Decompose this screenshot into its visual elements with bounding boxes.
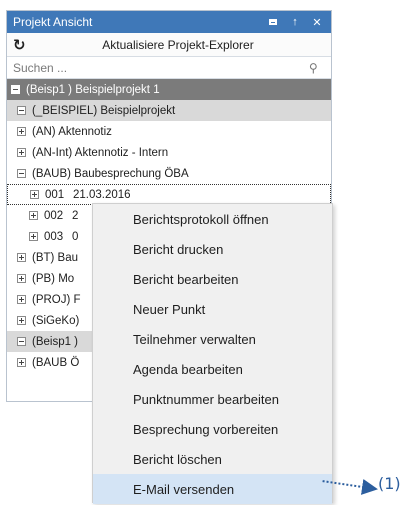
expand-icon[interactable]: [17, 295, 26, 304]
menu-item-teilnehmer-verwalten[interactable]: Teilnehmer verwalten: [93, 324, 332, 354]
refresh-label: Aktualisiere Projekt-Explorer: [102, 37, 254, 52]
tree-root-beispielprojekt-1[interactable]: (Beisp1 ) Beispielprojekt 1: [7, 79, 331, 100]
tree-item-label: (SiGeKo): [32, 314, 80, 327]
tree-item-label: (AN) Aktennotiz: [32, 125, 112, 138]
tree-item-label: (BAUB) Baubesprechung ÖBA: [32, 167, 189, 180]
menu-item-label: Bericht drucken: [133, 241, 224, 257]
context-menu: Berichtsprotokoll öffnen Bericht drucken…: [92, 203, 333, 504]
tree-item-number: 003: [44, 230, 64, 243]
menu-item-label: Punktnummer bearbeiten: [133, 391, 279, 407]
tree-item-label: (BT) Bau: [32, 251, 79, 264]
menu-item-bericht-bearbeiten[interactable]: Bericht bearbeiten: [93, 264, 332, 294]
panel-titlebar: Projekt Ansicht ↑ ✕: [7, 11, 331, 33]
tree-item-date: 2: [72, 209, 79, 222]
expand-icon[interactable]: [17, 148, 26, 157]
search-icon[interactable]: ⚲: [309, 61, 325, 75]
menu-item-besprechung-vorbereiten[interactable]: Besprechung vorbereiten: [93, 414, 332, 444]
menu-item-label: Besprechung vorbereiten: [133, 421, 279, 437]
menu-item-label: Agenda bearbeiten: [133, 361, 243, 377]
close-icon[interactable]: ✕: [309, 16, 325, 29]
search-input[interactable]: [13, 60, 309, 75]
menu-item-neuer-punkt[interactable]: Neuer Punkt: [93, 294, 332, 324]
panel-title: Projekt Ansicht: [13, 15, 93, 29]
menu-item-email-versenden[interactable]: E-Mail versenden: [93, 474, 332, 504]
collapse-icon[interactable]: [17, 337, 26, 346]
refresh-icon: ↻: [13, 36, 26, 54]
menu-item-label: E-Mail versenden: [133, 481, 235, 497]
tree-item-date: 0: [72, 230, 79, 243]
tree-item-aktennotiz-intern[interactable]: (AN-Int) Aktennotiz - Intern: [7, 142, 331, 163]
tree-item-label: (Beisp1 ) Beispielprojekt 1: [26, 83, 160, 96]
menu-item-label: Bericht löschen: [133, 451, 222, 467]
menu-item-bericht-drucken[interactable]: Bericht drucken: [93, 234, 332, 264]
tree-item-aktennotiz[interactable]: (AN) Aktennotiz: [7, 121, 331, 142]
menu-item-bericht-loeschen[interactable]: Bericht löschen: [93, 444, 332, 474]
expand-icon[interactable]: [17, 316, 26, 325]
restore-icon[interactable]: [265, 16, 281, 28]
pin-icon[interactable]: ↑: [287, 16, 303, 28]
tree-item-label: (PB) Mo: [32, 272, 75, 285]
collapse-icon[interactable]: [17, 169, 26, 178]
tree-item-label: (PROJ) F: [32, 293, 81, 306]
menu-item-label: Neuer Punkt: [133, 301, 206, 317]
tree-item-baubesprechung[interactable]: (BAUB) Baubesprechung ÖBA: [7, 163, 331, 184]
annotation-callout: (1): [378, 474, 401, 493]
tree-item-label: (BAUB Ö: [32, 356, 80, 369]
refresh-project-explorer-button[interactable]: ↻ Aktualisiere Projekt-Explorer: [7, 33, 331, 57]
menu-item-label: Teilnehmer verwalten: [133, 331, 256, 347]
tree-item-001[interactable]: 001 21.03.2016: [7, 184, 331, 205]
tree-item-number: 002: [44, 209, 64, 222]
expand-icon[interactable]: [17, 127, 26, 136]
tree-item-date: 21.03.2016: [73, 188, 131, 201]
menu-item-punktnummer-bearbeiten[interactable]: Punktnummer bearbeiten: [93, 384, 332, 414]
expand-icon[interactable]: [17, 253, 26, 262]
search-bar: ⚲: [7, 57, 331, 79]
expand-icon[interactable]: [29, 211, 38, 220]
tree-item-label: (_BEISPIEL) Beispielprojekt: [32, 104, 176, 117]
menu-item-agenda-bearbeiten[interactable]: Agenda bearbeiten: [93, 354, 332, 384]
collapse-icon[interactable]: [11, 85, 20, 94]
tree-item-beispielprojekt[interactable]: (_BEISPIEL) Beispielprojekt: [7, 100, 331, 121]
expand-icon[interactable]: [17, 358, 26, 367]
expand-icon[interactable]: [29, 232, 38, 241]
tree-item-number: 001: [45, 188, 65, 201]
collapse-icon[interactable]: [17, 106, 26, 115]
expand-icon[interactable]: [30, 190, 39, 199]
expand-icon[interactable]: [17, 274, 26, 283]
tree-item-label: (AN-Int) Aktennotiz - Intern: [32, 146, 169, 159]
menu-item-label: Berichtsprotokoll öffnen: [133, 211, 269, 227]
tree-item-label: (Beisp1 ): [32, 335, 79, 348]
menu-item-label: Bericht bearbeiten: [133, 271, 239, 287]
menu-item-berichtsprotokoll-oeffnen[interactable]: Berichtsprotokoll öffnen: [93, 204, 332, 234]
